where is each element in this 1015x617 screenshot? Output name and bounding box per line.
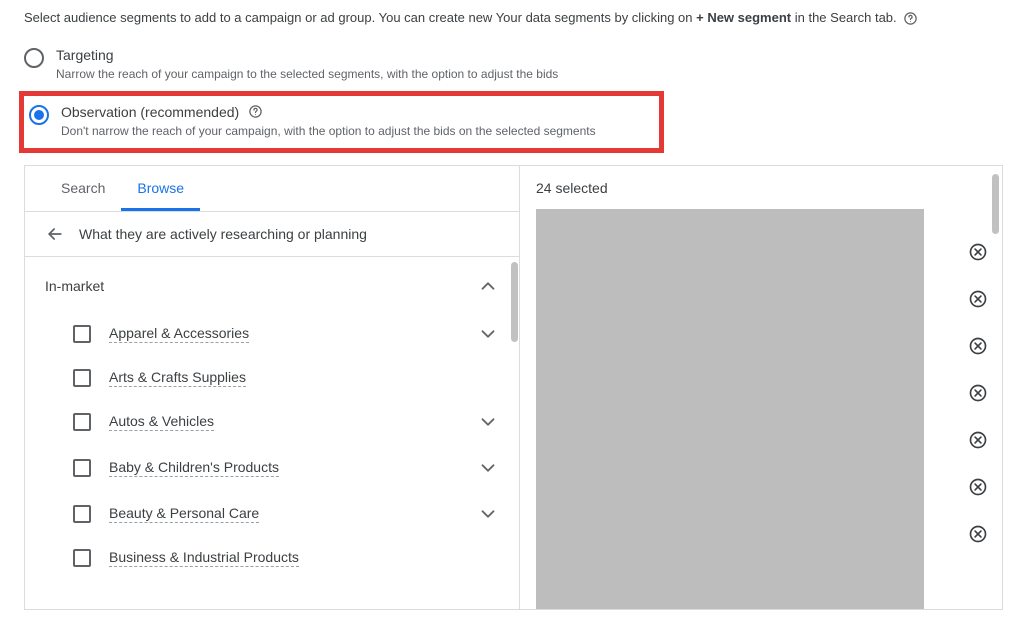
item-label-wrap: Autos & Vehicles bbox=[109, 413, 459, 431]
scrollbar-thumb[interactable] bbox=[511, 262, 518, 342]
radio-targeting-title: Targeting bbox=[56, 47, 1015, 63]
radio-observation-content: Observation (recommended) Don't narrow t… bbox=[61, 104, 649, 138]
item-label-wrap: Baby & Children's Products bbox=[109, 459, 459, 477]
selected-body bbox=[520, 209, 1002, 609]
radio-targeting-title-text: Targeting bbox=[56, 47, 114, 63]
item-label-wrap: Apparel & Accessories bbox=[109, 325, 459, 343]
item-label[interactable]: Beauty & Personal Care bbox=[109, 505, 259, 523]
instruction-bold: + New segment bbox=[696, 10, 791, 25]
selected-list-obscured bbox=[536, 209, 924, 609]
remove-button[interactable] bbox=[968, 242, 988, 262]
scrollbar-thumb[interactable] bbox=[992, 174, 999, 234]
remove-button[interactable] bbox=[968, 477, 988, 497]
item-label-wrap: Arts & Crafts Supplies bbox=[109, 369, 459, 387]
category-scroll[interactable]: In-market Apparel & Accessories Arts & Cr… bbox=[25, 257, 519, 609]
instruction-text-after: in the Search tab. bbox=[791, 10, 897, 25]
item-label[interactable]: Arts & Crafts Supplies bbox=[109, 369, 246, 387]
radio-targeting-desc: Narrow the reach of your campaign to the… bbox=[56, 67, 1015, 81]
radio-circle-selected[interactable] bbox=[29, 105, 49, 125]
right-panel: 24 selected bbox=[520, 166, 1002, 609]
checkbox[interactable] bbox=[73, 505, 91, 523]
remove-button[interactable] bbox=[968, 289, 988, 309]
radio-observation[interactable]: Observation (recommended) Don't narrow t… bbox=[19, 91, 664, 153]
section-title: In-market bbox=[45, 278, 104, 294]
remove-button[interactable] bbox=[968, 430, 988, 450]
list-item: Beauty & Personal Care bbox=[25, 491, 519, 537]
checkbox[interactable] bbox=[73, 325, 91, 343]
item-label[interactable]: Autos & Vehicles bbox=[109, 413, 214, 431]
breadcrumb-text: What they are actively researching or pl… bbox=[79, 226, 367, 242]
tabs: Search Browse bbox=[25, 166, 519, 212]
remove-button[interactable] bbox=[968, 336, 988, 356]
list-item: Business & Industrial Products bbox=[25, 537, 519, 579]
tab-browse[interactable]: Browse bbox=[121, 166, 200, 211]
section-in-market[interactable]: In-market bbox=[25, 257, 519, 311]
back-arrow-icon[interactable] bbox=[45, 224, 65, 244]
checkbox[interactable] bbox=[73, 413, 91, 431]
item-label[interactable]: Business & Industrial Products bbox=[109, 549, 299, 567]
radio-group: Targeting Narrow the reach of your campa… bbox=[0, 43, 1015, 153]
segment-panel: Search Browse What they are actively res… bbox=[24, 165, 1003, 610]
selected-count: 24 selected bbox=[520, 166, 1002, 209]
list-item: Baby & Children's Products bbox=[25, 445, 519, 491]
radio-circle-unselected[interactable] bbox=[24, 48, 44, 68]
tab-search[interactable]: Search bbox=[45, 166, 121, 211]
breadcrumb: What they are actively researching or pl… bbox=[25, 212, 519, 257]
help-icon[interactable] bbox=[247, 104, 263, 120]
chevron-down-icon[interactable] bbox=[477, 457, 499, 479]
item-label-wrap: Beauty & Personal Care bbox=[109, 505, 459, 523]
radio-targeting[interactable]: Targeting Narrow the reach of your campa… bbox=[24, 43, 1015, 91]
item-label[interactable]: Baby & Children's Products bbox=[109, 459, 279, 477]
instruction-text-before: Select audience segments to add to a cam… bbox=[24, 10, 696, 25]
item-label-wrap: Business & Industrial Products bbox=[109, 549, 459, 567]
list-item: Autos & Vehicles bbox=[25, 399, 519, 445]
list-item: Apparel & Accessories bbox=[25, 311, 519, 357]
help-icon[interactable] bbox=[902, 11, 918, 27]
remove-column bbox=[936, 209, 994, 609]
remove-button[interactable] bbox=[968, 383, 988, 403]
scrollbar[interactable] bbox=[992, 174, 1000, 594]
chevron-down-icon[interactable] bbox=[477, 323, 499, 345]
radio-observation-desc: Don't narrow the reach of your campaign,… bbox=[61, 124, 649, 138]
checkbox[interactable] bbox=[73, 549, 91, 567]
radio-observation-title: Observation (recommended) bbox=[61, 104, 649, 120]
scrollbar[interactable] bbox=[509, 262, 519, 602]
chevron-down-icon[interactable] bbox=[477, 411, 499, 433]
instruction-text: Select audience segments to add to a cam… bbox=[0, 0, 1015, 43]
checkbox[interactable] bbox=[73, 459, 91, 477]
list-item: Arts & Crafts Supplies bbox=[25, 357, 519, 399]
left-panel: Search Browse What they are actively res… bbox=[25, 166, 520, 609]
checkbox[interactable] bbox=[73, 369, 91, 387]
radio-targeting-content: Targeting Narrow the reach of your campa… bbox=[56, 47, 1015, 81]
chevron-down-icon[interactable] bbox=[477, 503, 499, 525]
remove-button[interactable] bbox=[968, 524, 988, 544]
radio-observation-title-text: Observation (recommended) bbox=[61, 104, 239, 120]
item-label[interactable]: Apparel & Accessories bbox=[109, 325, 249, 343]
chevron-up-icon bbox=[477, 275, 499, 297]
